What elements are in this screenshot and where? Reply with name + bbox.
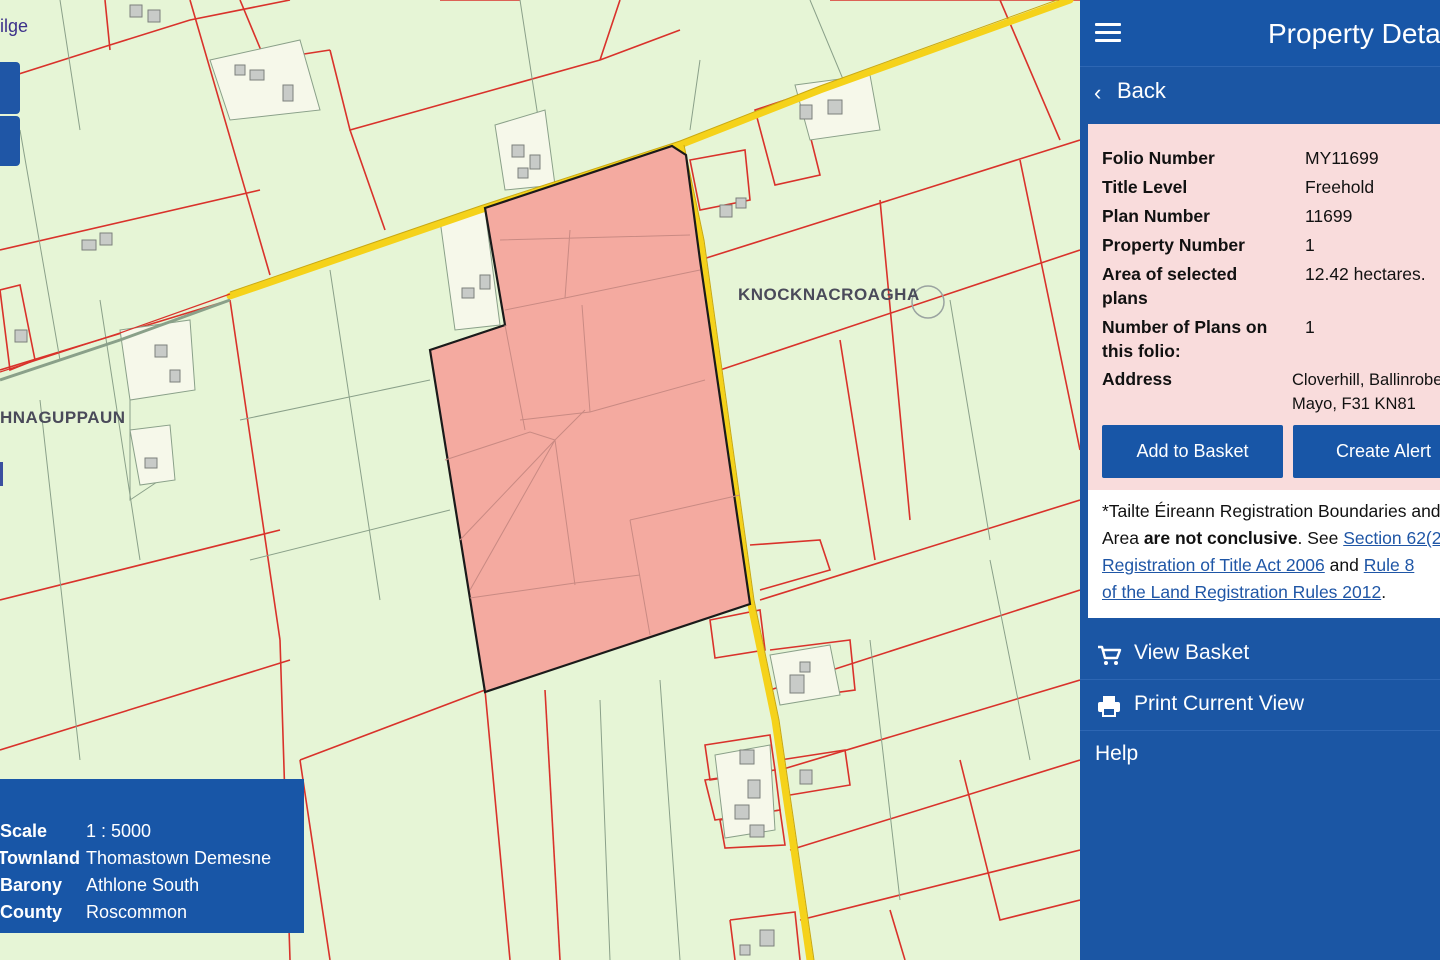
- townland-value: Thomastown Demesne: [86, 848, 272, 868]
- map-canvas[interactable]: ilge KNOCKNACROAGHA HNAGUPPAUN Scale 1 :…: [0, 0, 1080, 960]
- view-basket-item[interactable]: View Basket: [1080, 629, 1440, 680]
- map-corner-text: ilge: [0, 16, 29, 36]
- map-edge-marker: [0, 462, 3, 486]
- title-level-label: Title Level: [1102, 177, 1188, 197]
- property-details-panel: Property Details ‹ Back Folio Number MY1…: [1080, 0, 1440, 960]
- notice-line-4: of the Land Registration Rules 2012.: [1102, 582, 1387, 602]
- cart-icon: [1098, 645, 1122, 665]
- plan-number-value: 11699: [1305, 206, 1353, 226]
- plans-count-label: Number of Plans on this folio:: [1102, 317, 1268, 361]
- townland-label-hnaguppaun: HNAGUPPAUN: [0, 408, 126, 427]
- area-value: 12.42 hectares.: [1305, 264, 1426, 284]
- zoom-in-button[interactable]: [0, 62, 20, 114]
- help-label: Help: [1095, 742, 1139, 765]
- section-62-link[interactable]: Section 62(2): [1343, 528, 1440, 548]
- address-line-2: Mayo, F31 KN81: [1292, 395, 1416, 413]
- menu-icon[interactable]: [1095, 23, 1121, 43]
- zoom-out-button[interactable]: [0, 116, 20, 166]
- map-info-box: Scale 1 : 5000 Townland Thomastown Demes…: [0, 779, 304, 933]
- folio-number-label: Folio Number: [1102, 148, 1215, 168]
- townland-key: Townland: [0, 848, 80, 868]
- scale-key: Scale: [0, 821, 48, 841]
- barony-value: Athlone South: [86, 875, 200, 895]
- notice-line-2: Area are not conclusive. See Section 62(…: [1102, 525, 1440, 552]
- registration-notice: *Tailte Éireann Registration Boundaries …: [1088, 490, 1440, 618]
- print-current-view-item[interactable]: Print Current View: [1080, 680, 1440, 731]
- area-label: Area of selected plans: [1102, 264, 1238, 308]
- printer-icon: [1098, 696, 1120, 717]
- add-to-basket-button[interactable]: Add to Basket: [1102, 425, 1283, 478]
- address-label: Address: [1102, 369, 1173, 389]
- property-number-value: 1: [1305, 235, 1315, 255]
- townland-label-knocknacroagha: KNOCKNACROAGHA: [738, 285, 920, 304]
- registration-act-link[interactable]: Registration of Title Act 2006: [1102, 555, 1325, 575]
- plan-number-label: Plan Number: [1102, 206, 1210, 226]
- scale-value: 1 : 5000: [86, 821, 152, 841]
- back-label: Back: [1117, 78, 1166, 103]
- back-button[interactable]: ‹ Back: [1080, 66, 1440, 119]
- property-number-label: Property Number: [1102, 235, 1245, 255]
- land-registration-rules-link[interactable]: of the Land Registration Rules 2012: [1102, 582, 1381, 602]
- details-card: Folio Number MY11699 Title Level Freehol…: [1088, 124, 1440, 490]
- chevron-left-icon: ‹: [1094, 80, 1102, 105]
- notice-line-1: *Tailte Éireann Registration Boundaries …: [1102, 501, 1440, 521]
- plans-count-value: 1: [1305, 317, 1315, 337]
- rule-8-link[interactable]: Rule 8: [1364, 555, 1415, 575]
- address-line-1: Cloverhill, Ballinrobe,: [1292, 371, 1440, 389]
- panel-header: Property Details: [1080, 0, 1440, 66]
- county-key: County: [0, 902, 62, 922]
- print-current-view-label: Print Current View: [1134, 692, 1305, 715]
- view-basket-label: View Basket: [1134, 641, 1250, 664]
- help-item[interactable]: Help: [1080, 730, 1440, 780]
- folio-number-value: MY11699: [1305, 148, 1379, 168]
- title-level-value: Freehold: [1305, 177, 1375, 197]
- create-alert-button[interactable]: Create Alert: [1293, 425, 1440, 478]
- barony-key: Barony: [0, 875, 63, 895]
- county-value: Roscommon: [86, 902, 188, 922]
- notice-line-3: Registration of Title Act 2006 and Rule …: [1102, 555, 1415, 575]
- panel-title: Property Details: [1268, 18, 1440, 49]
